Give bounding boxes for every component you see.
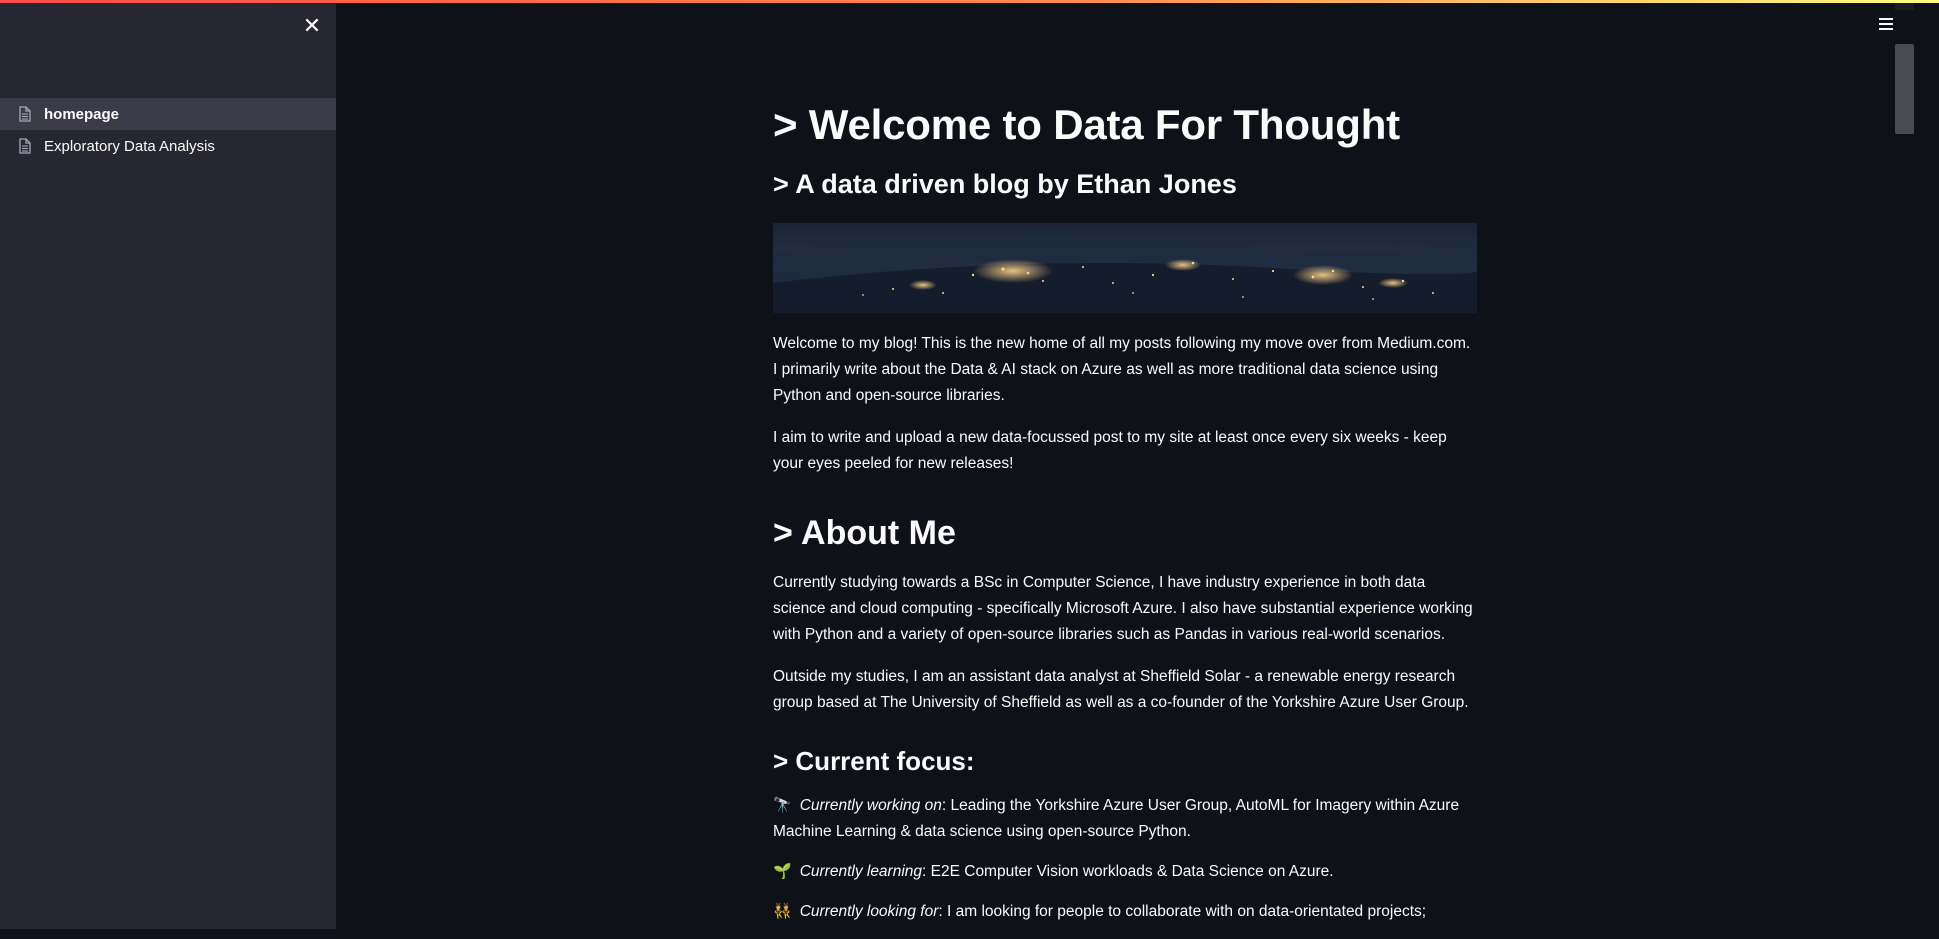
focus-label: Currently learning xyxy=(799,862,923,880)
sidebar: ✕ homepage Exploratory Data Analysis xyxy=(0,0,336,929)
about-paragraph: Outside my studies, I am an assistant da… xyxy=(773,667,1469,711)
current-focus-heading: > Current focus: xyxy=(773,745,975,776)
blog-content: > Welcome to Data For Thought > A data d… xyxy=(773,100,1477,939)
sidebar-nav: homepage Exploratory Data Analysis xyxy=(0,98,336,162)
top-decoration-bar xyxy=(0,0,1939,3)
people-icon: 👯 xyxy=(773,902,792,920)
focus-item-looking-for: 👯 Currently looking for: I am looking for… xyxy=(773,899,1477,925)
seedling-icon: 🌱 xyxy=(773,862,792,880)
focus-text: : I am looking for people to collaborate… xyxy=(938,902,1427,920)
page-title: > Welcome to Data For Thought xyxy=(773,101,1400,148)
scrollbar-thumb[interactable] xyxy=(1895,44,1914,134)
focus-label: Currently looking for xyxy=(799,902,939,920)
about-heading: > About Me xyxy=(773,513,956,552)
focus-label: Currently working on xyxy=(799,796,942,814)
focus-item-working-on: 🔭 Currently working on: Leading the Yorks… xyxy=(773,793,1477,845)
telescope-icon: 🔭 xyxy=(773,796,792,814)
main-content-area: > Welcome to Data For Thought > A data d… xyxy=(336,0,1916,929)
sidebar-item-exploratory-data-analysis[interactable]: Exploratory Data Analysis xyxy=(0,130,336,162)
document-icon xyxy=(18,106,32,122)
intro-paragraph: I aim to write and upload a new data-foc… xyxy=(773,428,1447,472)
focus-text: : E2E Computer Vision workloads & Data S… xyxy=(922,862,1334,880)
document-icon xyxy=(18,138,32,154)
sidebar-item-label: Exploratory Data Analysis xyxy=(44,137,215,155)
hero-image-earth-at-night xyxy=(773,222,1477,313)
page-subtitle: > A data driven blog by Ethan Jones xyxy=(773,169,1237,200)
sidebar-item-homepage[interactable]: homepage xyxy=(0,98,336,130)
focus-item-learning: 🌱 Currently learning: E2E Computer Vision… xyxy=(773,859,1477,885)
sidebar-item-label: homepage xyxy=(44,105,120,123)
intro-paragraph: Welcome to my blog! This is the new home… xyxy=(773,334,1471,404)
about-paragraph: Currently studying towards a BSc in Comp… xyxy=(773,573,1473,643)
close-sidebar-icon[interactable]: ✕ xyxy=(300,14,324,38)
scrollbar[interactable] xyxy=(1893,0,1916,929)
